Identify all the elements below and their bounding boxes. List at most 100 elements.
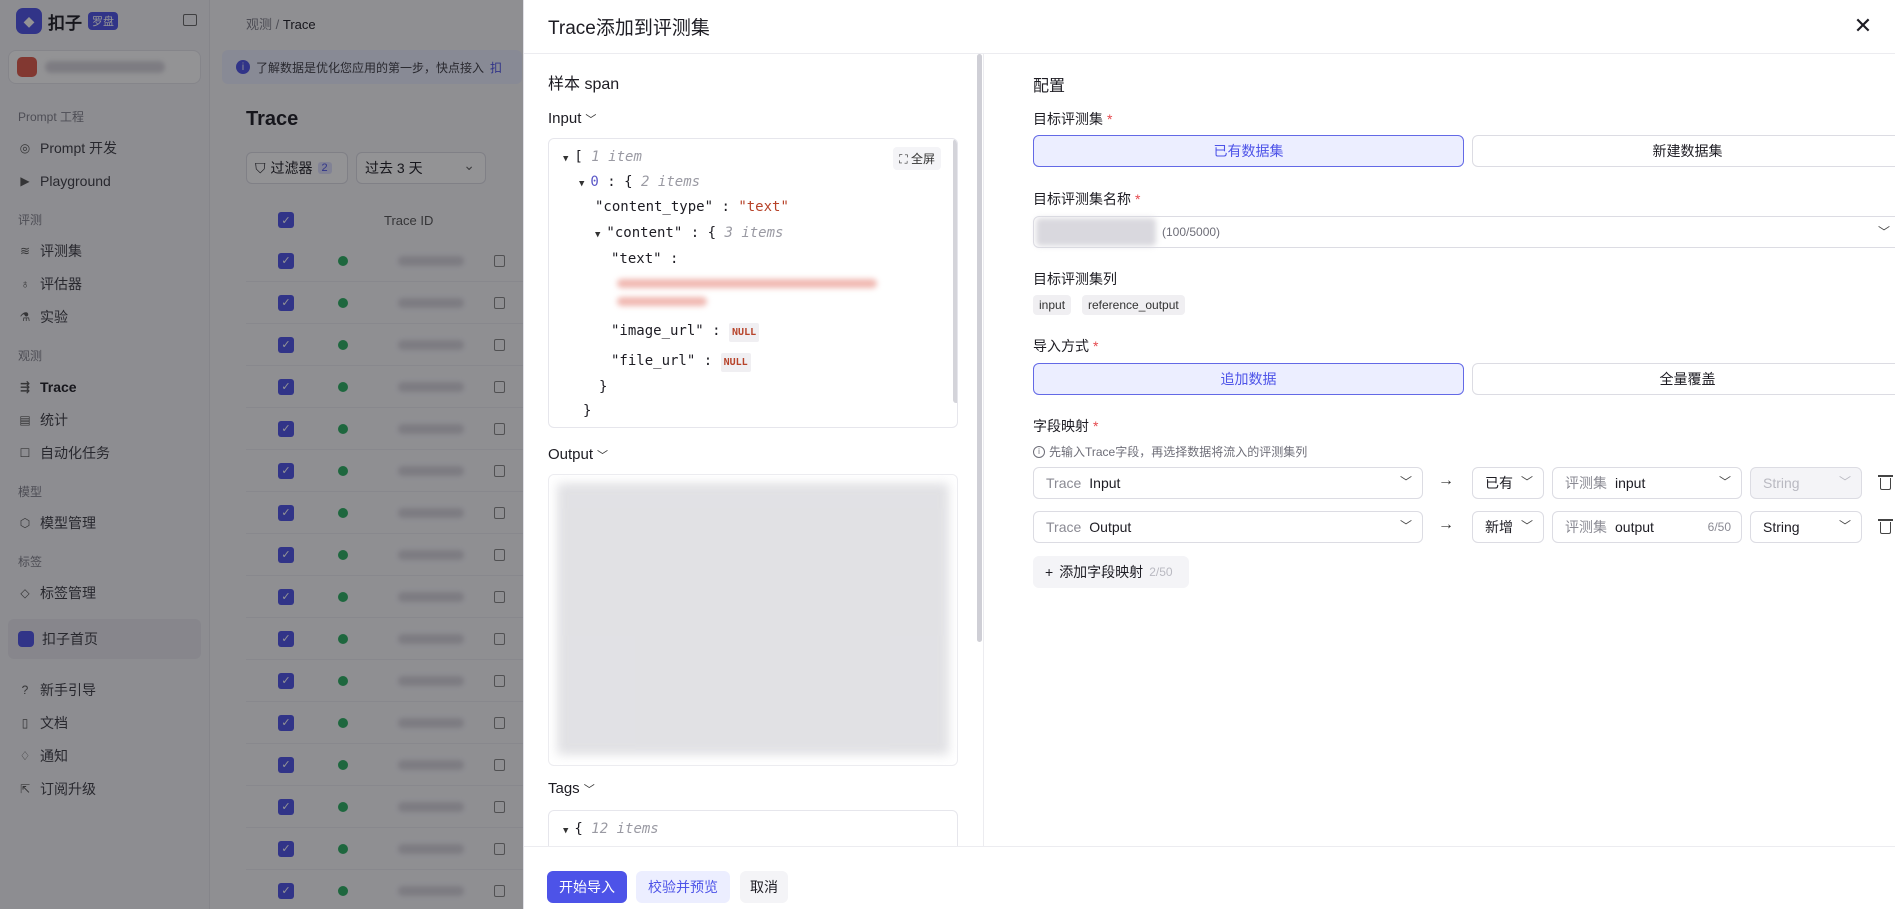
json-colon: : <box>712 323 721 339</box>
append-data-option[interactable]: 追加数据 <box>1033 363 1464 395</box>
eval-column-select[interactable]: 评测集 input ﹀ <box>1552 467 1742 499</box>
validate-preview-button[interactable]: 校验并预览 <box>636 871 730 903</box>
collapse-triangle-icon[interactable]: ▼ <box>579 179 584 189</box>
field-mapping-hint: i 先输入Trace字段，再选择数据将流入的评测集列 <box>1033 443 1307 460</box>
field-mapping-hint-text: 先输入Trace字段，再选择数据将流入的评测集列 <box>1049 445 1308 459</box>
json-text-line: "text" : <box>611 251 678 267</box>
output-json-viewer <box>548 474 958 766</box>
trace-prefix: Trace <box>1046 519 1082 535</box>
data-type-value: String <box>1763 475 1800 491</box>
close-icon[interactable]: ✕ <box>1849 12 1877 40</box>
collapse-triangle-icon[interactable]: ▼ <box>563 154 568 164</box>
json-colon: : <box>690 225 700 241</box>
collapse-triangle-icon[interactable]: ▼ <box>563 826 568 836</box>
cancel-button[interactable]: 取消 <box>740 871 788 903</box>
config-title: 配置 <box>1033 78 1066 95</box>
chevron-down-icon: ﹀ <box>585 113 597 126</box>
target-set-label-text: 目标评测集 <box>1033 111 1103 127</box>
new-dataset-option[interactable]: 新建数据集 <box>1472 135 1895 167</box>
json-colon: : <box>607 174 616 190</box>
column-tag: reference_output <box>1082 295 1185 315</box>
input-json-viewer: ⛶ 全屏 ▼ [ 1 item ▼ 0 : { 2 items "content_t… <box>548 138 958 428</box>
overwrite-all-option[interactable]: 全量覆盖 <box>1472 363 1895 395</box>
info-icon: i <box>1033 445 1045 458</box>
field-mapping-label: 字段映射 * <box>1033 416 1098 436</box>
import-mode-label: 导入方式 * <box>1033 336 1098 356</box>
chevron-down-icon: ﹀ <box>1877 225 1890 239</box>
fullscreen-button[interactable]: ⛶ 全屏 <box>893 147 941 170</box>
mapping-mode-value: 已有 <box>1485 475 1513 491</box>
target-columns-label: 目标评测集列 <box>1033 271 1117 287</box>
sample-span-title: 样本 span <box>548 76 620 93</box>
trash-icon[interactable] <box>1878 475 1893 490</box>
tags-section-label: Tags <box>548 780 580 797</box>
required-mark: * <box>1135 191 1141 207</box>
trace-field-value: Input <box>1089 475 1121 491</box>
field-mapping-label-text: 字段映射 <box>1033 418 1089 434</box>
json-key: "text" <box>611 251 662 267</box>
chevron-down-icon: ﹀ <box>1399 519 1412 533</box>
target-name-label: 目标评测集名称 * <box>1033 189 1140 209</box>
collapse-triangle-icon[interactable]: ▼ <box>595 230 600 240</box>
eval-column-input[interactable]: 评测集 output 6/50 <box>1552 511 1742 543</box>
target-set-name-select[interactable]: (100/5000) ﹀ <box>1033 216 1895 248</box>
json-item-count: 2 items <box>641 174 701 190</box>
start-import-button[interactable]: 开始导入 <box>547 871 627 903</box>
json-root-line: ▼ [ 1 item <box>563 149 642 165</box>
existing-dataset-option[interactable]: 已有数据集 <box>1033 135 1464 167</box>
blurred-output-content <box>557 483 949 755</box>
plus-icon: + <box>1045 564 1054 580</box>
eval-set-prefix: 评测集 <box>1565 475 1607 491</box>
tags-section-toggle[interactable]: Tags ﹀ <box>548 780 595 797</box>
mapping-mode-value: 新增 <box>1485 519 1513 535</box>
json-null-badge: NULL <box>729 323 760 342</box>
code-scrollbar[interactable] <box>953 139 957 403</box>
modal-title: Trace添加到评测集 <box>548 18 710 39</box>
json-content-type-line: "content_type" : "text" <box>595 199 789 215</box>
data-type-value: String <box>1763 519 1800 535</box>
chevron-down-icon: ﹀ <box>1838 519 1851 533</box>
json-brace: { <box>574 821 583 837</box>
blurred-dataset-name <box>1036 218 1156 246</box>
chevron-down-icon: ﹀ <box>1838 475 1851 489</box>
json-colon: : <box>670 251 679 267</box>
trash-icon[interactable] <box>1878 519 1893 534</box>
trace-field-select[interactable]: Trace Input ﹀ <box>1033 467 1423 499</box>
chevron-down-icon: ﹀ <box>583 783 595 796</box>
json-file-url-line: "file_url" : NULL <box>611 353 751 372</box>
mapping-mode-select[interactable]: 新增 ﹀ <box>1472 511 1544 543</box>
data-type-select[interactable]: String ﹀ <box>1750 511 1862 543</box>
arrow-right-icon: → <box>1438 516 1454 533</box>
json-bracket: [ <box>574 149 583 165</box>
eval-column-value: output <box>1615 519 1654 535</box>
dataset-item-count: (100/5000) <box>1162 225 1221 239</box>
json-null-badge: NULL <box>720 353 751 372</box>
trace-prefix: Trace <box>1046 475 1082 491</box>
eval-set-prefix: 评测集 <box>1565 519 1607 535</box>
output-section-toggle[interactable]: Output ﹀ <box>548 446 608 463</box>
modal-header: Trace添加到评测集 ✕ <box>524 0 1895 54</box>
json-colon: : <box>721 199 730 215</box>
config-pane: 配置 目标评测集 * 已有数据集 新建数据集 目标评测集名称 * (100/5000… <box>1009 54 1895 846</box>
fullscreen-label: 全屏 <box>910 152 935 166</box>
json-item-count: 12 items <box>591 821 659 837</box>
char-counter: 6/50 <box>1707 520 1731 534</box>
input-section-label: Input <box>548 110 582 127</box>
json-brace: { <box>624 174 633 190</box>
mapping-mode-select[interactable]: 已有 ﹀ <box>1472 467 1544 499</box>
json-key: "image_url" <box>611 323 704 339</box>
chevron-down-icon: ﹀ <box>597 449 609 462</box>
eval-column-value: input <box>1615 475 1646 491</box>
trace-field-value: Output <box>1089 519 1132 535</box>
trace-field-select[interactable]: Trace Output ﹀ <box>1033 511 1423 543</box>
json-image-url-line: "image_url" : NULL <box>611 323 760 342</box>
json-content-line: ▼ "content" : { 3 items <box>595 225 783 241</box>
modal-footer: 开始导入 校验并预览 取消 <box>524 846 1895 909</box>
required-mark: * <box>1093 338 1099 354</box>
json-item-count: 3 items <box>724 225 784 241</box>
json-string-value: "text" <box>738 199 789 215</box>
json-key: "file_url" <box>611 353 696 369</box>
add-field-mapping-button[interactable]: + 添加字段映射 2/50 <box>1033 556 1189 588</box>
pane-scrollbar[interactable] <box>977 54 982 642</box>
input-section-toggle[interactable]: Input ﹀ <box>548 110 596 127</box>
